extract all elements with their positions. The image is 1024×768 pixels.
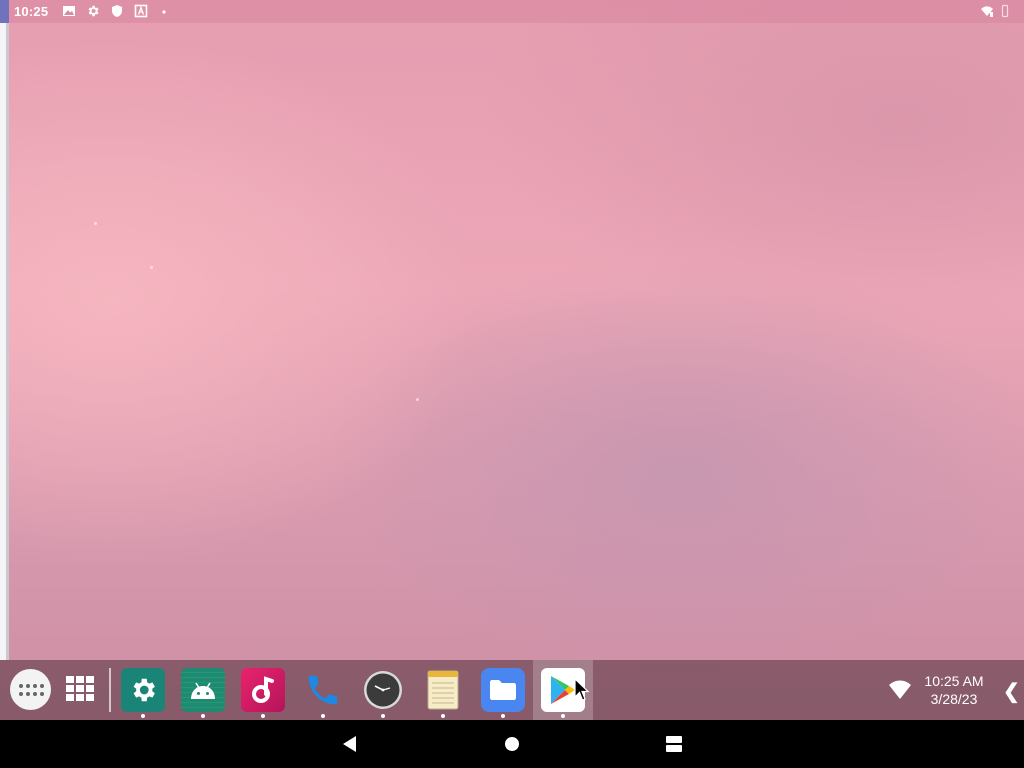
running-indicator <box>141 714 145 718</box>
running-indicator <box>561 714 565 718</box>
app-drawer-icon <box>18 683 44 696</box>
running-indicator <box>261 714 265 718</box>
status-time: 10:25 <box>14 4 49 19</box>
folder-icon <box>481 668 525 712</box>
taskbar-app-notes[interactable] <box>413 660 473 720</box>
taskbar-app-android[interactable] <box>173 660 233 720</box>
dot-icon <box>157 4 171 18</box>
running-indicator <box>441 714 445 718</box>
taskbar-app-phone[interactable] <box>293 660 353 720</box>
battery-icon <box>998 4 1012 18</box>
wallpaper-speck <box>94 222 97 225</box>
taskbar-clock[interactable]: 10:25 AM 3/28/23 <box>914 672 994 708</box>
wifi-icon[interactable] <box>888 680 912 700</box>
running-indicator <box>381 714 385 718</box>
wifi-signal-icon <box>980 4 994 18</box>
gear-icon <box>121 668 165 712</box>
app-drawer-button[interactable] <box>10 669 51 710</box>
phone-icon <box>301 668 345 712</box>
recents-icon[interactable] <box>664 734 684 754</box>
keyboard-a-icon <box>134 4 148 18</box>
status-bar[interactable]: 10:25 <box>0 0 1024 23</box>
left-edge-panel <box>0 0 9 660</box>
home-icon[interactable] <box>502 734 522 754</box>
back-icon[interactable] <box>339 734 359 754</box>
wallpaper-speck <box>416 398 419 401</box>
shield-icon <box>110 4 124 18</box>
running-indicator <box>501 714 505 718</box>
notepad-icon <box>421 668 465 712</box>
clock-icon <box>361 668 405 712</box>
taskbar-app-clock[interactable] <box>353 660 413 720</box>
taskbar-clock-date: 3/28/23 <box>930 691 978 707</box>
image-icon <box>62 4 76 18</box>
gear-icon <box>86 4 100 18</box>
expand-tray-button[interactable]: ❮ <box>1003 679 1020 703</box>
taskbar-divider <box>109 668 111 712</box>
grid-icon[interactable] <box>64 673 96 705</box>
music-icon <box>241 668 285 712</box>
wallpaper <box>0 0 1024 720</box>
wallpaper-speck <box>150 266 153 269</box>
taskbar-app-settings[interactable] <box>113 660 173 720</box>
mouse-cursor-icon <box>574 677 590 702</box>
navigation-bar <box>0 720 1024 768</box>
android-icon <box>181 668 225 712</box>
running-indicator <box>321 714 325 718</box>
taskbar-clock-time: 10:25 AM <box>924 673 984 689</box>
taskbar-app-files[interactable] <box>473 660 533 720</box>
taskbar: 10:25 AM 3/28/23 ❮ <box>0 660 1024 720</box>
running-indicator <box>201 714 205 718</box>
taskbar-app-music[interactable] <box>233 660 293 720</box>
